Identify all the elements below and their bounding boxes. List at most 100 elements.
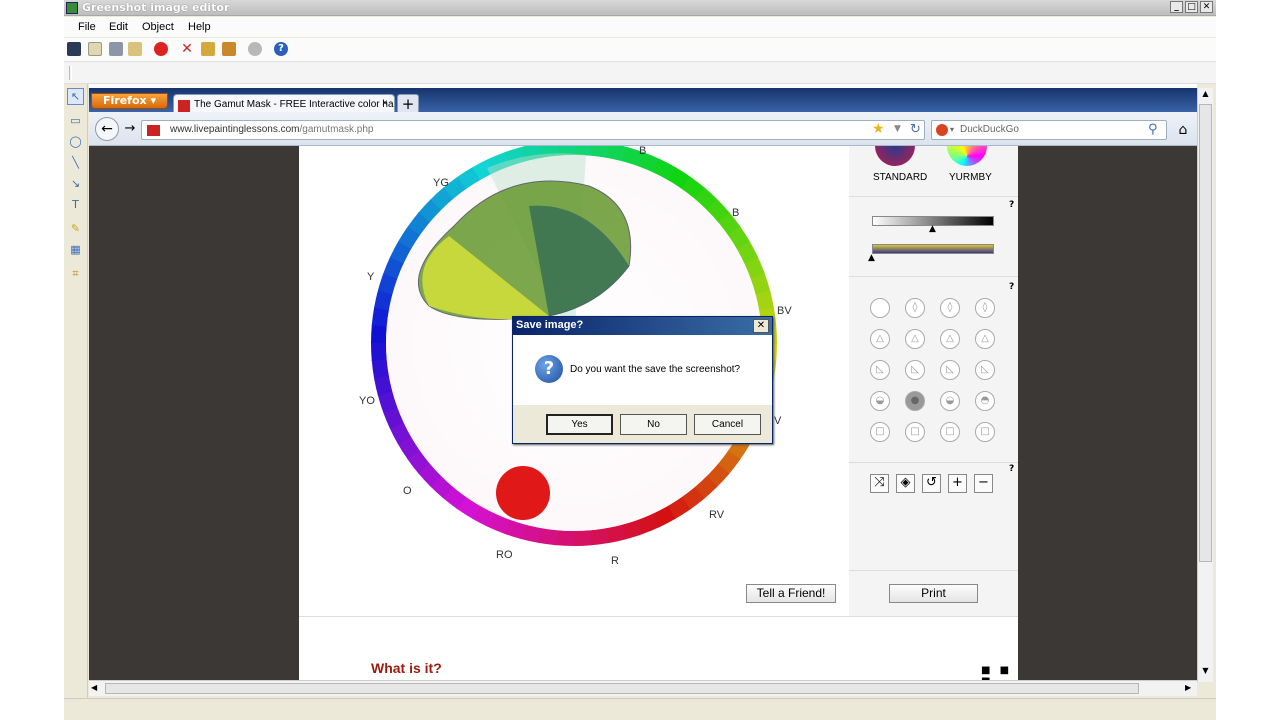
standard-wheel-thumb[interactable] — [875, 146, 915, 166]
mask-shape-option-icon[interactable]: ◒ — [940, 391, 960, 411]
preset-standard-label[interactable]: STANDARD — [873, 172, 927, 183]
search-bar[interactable]: ▾ DuckDuckGo ⚲ — [931, 120, 1167, 140]
tell-a-friend-button[interactable]: Tell a Friend! — [746, 584, 836, 603]
minimize-button[interactable]: _ — [1170, 1, 1183, 13]
vertical-scrollbar[interactable]: ▲ ▼ — [1197, 88, 1213, 682]
panel-divider — [849, 276, 1018, 277]
horizontal-scroll-thumb[interactable] — [105, 683, 1139, 694]
mask-shape-option-icon[interactable]: ◊ — [905, 298, 925, 318]
mask-shape-option-icon[interactable]: △ — [940, 329, 960, 349]
history-dropdown-icon[interactable]: ▼ — [894, 124, 901, 134]
email-icon[interactable] — [128, 42, 142, 56]
hue-ring-segment[interactable] — [371, 358, 389, 379]
tab-close-icon[interactable]: × — [382, 98, 388, 109]
preset-yurmby-label[interactable]: YURMBY — [949, 172, 992, 183]
horizontal-scrollbar[interactable]: ◀ ▶ — [89, 680, 1197, 696]
mask-shape-option-icon[interactable]: ◺ — [940, 360, 960, 380]
help-mark-3[interactable]: ? — [1009, 464, 1014, 474]
obfuscate-tool-icon[interactable]: ▦ — [67, 241, 84, 258]
engine-dropdown-icon[interactable]: ▾ — [950, 125, 954, 134]
desktop-right-margin — [1216, 0, 1280, 720]
new-tab-button[interactable]: + — [397, 94, 419, 114]
hue-ring-segment[interactable] — [371, 324, 387, 343]
mask-shape-option-icon[interactable]: △ — [975, 329, 995, 349]
back-arrow-icon[interactable]: ← — [95, 117, 119, 141]
value-slider-handle-icon[interactable]: ▲ — [929, 224, 936, 234]
help-mark-2[interactable]: ? — [1009, 282, 1014, 292]
saturation-slider-handle-icon[interactable]: ▲ — [868, 253, 875, 263]
menu-file[interactable]: File — [78, 21, 96, 33]
menu-object[interactable]: Object — [142, 21, 174, 33]
mask-shape-option-icon[interactable]: ◒ — [870, 391, 890, 411]
dialog-close-icon[interactable]: ✕ — [753, 319, 769, 333]
clipboard-icon[interactable] — [88, 42, 102, 56]
reload-icon[interactable]: ↻ — [910, 122, 921, 137]
print-icon[interactable] — [109, 42, 123, 56]
close-button[interactable]: ✕ — [1200, 1, 1213, 13]
mask-shape-option-icon[interactable]: □ — [940, 422, 960, 442]
ellipse-tool-icon[interactable]: ◯ — [67, 133, 84, 150]
bookmark-star-icon[interactable]: ★ — [872, 121, 885, 137]
hue-ring-segment[interactable] — [555, 530, 574, 546]
settings-gear-icon[interactable] — [248, 42, 262, 56]
no-button[interactable]: No — [620, 414, 687, 435]
save-icon[interactable] — [67, 42, 81, 56]
saturation-slider[interactable] — [872, 244, 994, 254]
vertical-scroll-thumb[interactable] — [1199, 104, 1212, 562]
scroll-right-icon[interactable]: ▶ — [1185, 683, 1191, 692]
highlight-tool-icon[interactable]: ✎ — [67, 220, 84, 237]
mask-shape-option-icon[interactable]: ◺ — [905, 360, 925, 380]
scroll-down-icon[interactable]: ▼ — [1199, 666, 1212, 679]
fill-icon[interactable]: ◈ — [896, 474, 915, 493]
paste-icon[interactable] — [222, 42, 236, 56]
zoom-in-icon[interactable]: + — [948, 474, 967, 493]
mask-shape-option-icon[interactable]: □ — [905, 422, 925, 442]
mask-shape-option-icon[interactable] — [870, 298, 890, 318]
shuffle-icon[interactable]: ⤨ — [870, 474, 889, 493]
help-mark-1[interactable]: ? — [1009, 200, 1014, 210]
pointer-tool-icon[interactable]: ↖ — [67, 88, 84, 105]
hue-ring-segment[interactable] — [371, 342, 387, 361]
mask-shape-option-icon[interactable]: △ — [870, 329, 890, 349]
text-tool-icon[interactable]: T — [67, 196, 84, 213]
mask-shape-option-icon[interactable]: ● — [905, 391, 925, 411]
cancel-button[interactable]: Cancel — [694, 414, 761, 435]
home-icon[interactable]: ⌂ — [1173, 120, 1193, 140]
line-tool-icon[interactable]: ╲ — [67, 154, 84, 171]
yes-button[interactable]: Yes — [546, 414, 613, 435]
arrow-tool-icon[interactable]: ↘ — [67, 175, 84, 192]
url-bar[interactable]: www.livepaintinglessons.com/gamutmask.ph… — [141, 120, 925, 140]
delete-icon[interactable]: ✕ — [180, 42, 194, 56]
scroll-left-icon[interactable]: ◀ — [91, 683, 97, 692]
yurmby-wheel-thumb[interactable] — [947, 146, 987, 166]
hue-ring-segment[interactable] — [573, 530, 592, 546]
print-button[interactable]: Print — [889, 584, 978, 603]
mask-shape-option-icon[interactable]: ◺ — [870, 360, 890, 380]
rectangle-tool-icon[interactable]: ▭ — [67, 112, 84, 129]
mask-shape-option-icon[interactable]: □ — [975, 422, 995, 442]
rotate-icon[interactable]: ↺ — [922, 474, 941, 493]
hue-ring-segment[interactable] — [589, 528, 610, 546]
firefox-menu-button[interactable]: Firefox ▾ — [91, 93, 168, 109]
mask-shape-option-icon[interactable]: □ — [870, 422, 890, 442]
search-icon[interactable]: ⚲ — [1148, 122, 1158, 137]
mask-shape-option-icon[interactable]: ◊ — [975, 298, 995, 318]
color-picker-dot[interactable] — [496, 466, 550, 520]
crop-tool-icon[interactable]: ⌗ — [67, 265, 84, 282]
search-input[interactable]: DuckDuckGo — [960, 124, 1019, 135]
duckduckgo-icon[interactable] — [936, 124, 948, 136]
forward-arrow-icon[interactable]: → — [121, 120, 139, 138]
help-icon[interactable]: ? — [274, 42, 288, 56]
stop-icon[interactable] — [154, 42, 168, 56]
mask-shape-option-icon[interactable]: ◓ — [975, 391, 995, 411]
maximize-button[interactable]: □ — [1185, 1, 1198, 13]
copy-icon[interactable] — [201, 42, 215, 56]
menu-help[interactable]: Help — [188, 21, 211, 33]
zoom-out-icon[interactable]: − — [974, 474, 993, 493]
site-identity-icon[interactable] — [147, 125, 160, 136]
mask-shape-option-icon[interactable]: ◊ — [940, 298, 960, 318]
mask-shape-option-icon[interactable]: △ — [905, 329, 925, 349]
mask-shape-option-icon[interactable]: ◺ — [975, 360, 995, 380]
scroll-up-icon[interactable]: ▲ — [1199, 89, 1212, 102]
menu-edit[interactable]: Edit — [109, 21, 128, 33]
